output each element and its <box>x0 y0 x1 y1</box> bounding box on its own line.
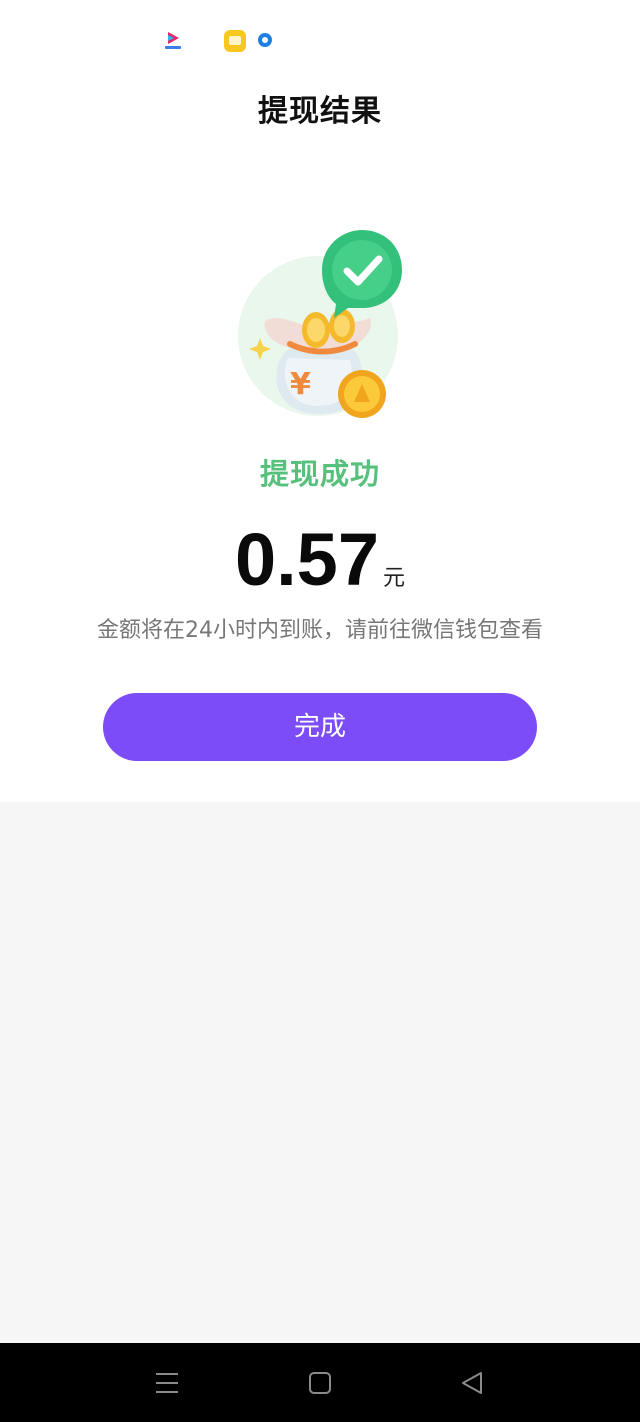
svg-text:¥: ¥ <box>290 367 311 402</box>
amount-unit: 元 <box>383 566 406 591</box>
done-button[interactable]: 完成 <box>103 693 537 761</box>
youku-icon <box>164 30 182 50</box>
amount-display: 0.57 元 <box>0 512 640 608</box>
money-bag-success-icon: ¥ <box>230 226 410 426</box>
menu-icon[interactable] <box>149 1365 185 1401</box>
result-card: 提现结果 ¥ 提现成功 0.57 元 金额将在24小时内到账，请前往微信钱包查看… <box>0 0 640 802</box>
withdraw-status-text: 提现成功 <box>259 457 380 491</box>
home-icon[interactable] <box>302 1365 338 1401</box>
circle-notification-icon <box>258 33 272 47</box>
notes-icon <box>224 30 246 52</box>
system-nav-bar <box>0 1343 640 1422</box>
amount-value: 0.57 <box>234 518 379 601</box>
page-title: 提现结果 <box>258 94 382 129</box>
status-bar <box>0 0 640 80</box>
back-icon[interactable] <box>454 1365 490 1401</box>
arrival-notice: 金额将在24小时内到账，请前往微信钱包查看 <box>97 618 543 643</box>
